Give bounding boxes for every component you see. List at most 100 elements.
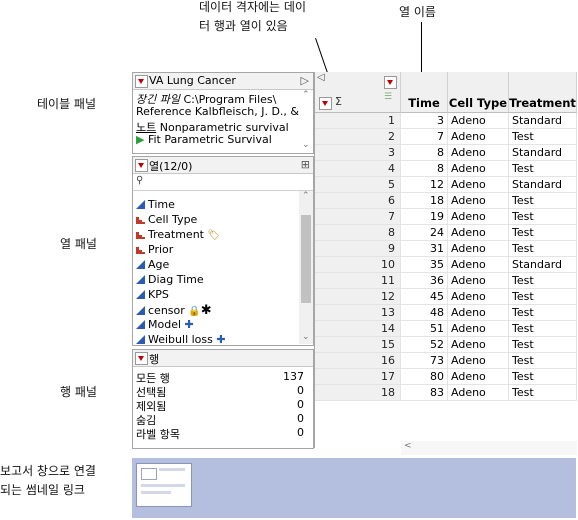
cell-treatment[interactable]: Test (509, 385, 577, 401)
scrollbar-thumb[interactable] (301, 215, 311, 303)
row-number[interactable]: 9 (315, 241, 401, 257)
red-triangle-menu-icon[interactable] (135, 159, 148, 172)
row-number[interactable]: 5 (315, 177, 401, 193)
row-number[interactable]: 17 (315, 369, 401, 385)
scroll-down-icon[interactable]: ⌄ (302, 332, 310, 342)
table-script-fit-parametric[interactable]: ▶ Fit Parametric Survival (136, 133, 272, 146)
cell-time[interactable]: 24 (401, 225, 448, 241)
cell-treatment[interactable]: Test (509, 321, 577, 337)
cell-time[interactable]: 8 (401, 145, 448, 161)
cell-time[interactable]: 45 (401, 289, 448, 305)
cell-cell-type[interactable]: Adeno (448, 161, 509, 177)
cell-treatment[interactable]: Test (509, 193, 577, 209)
column-item-censor[interactable]: censor 🔒✱ (136, 303, 212, 318)
column-item-weibull-loss[interactable]: Weibull loss ✚ (136, 333, 226, 344)
row-header-corner[interactable]: ◁ Σ ☰ (315, 72, 401, 113)
scroll-down-icon[interactable]: ⌄ (302, 140, 310, 150)
report-thumbnail-link[interactable] (136, 463, 192, 507)
scroll-up-icon[interactable]: ⌃ (302, 90, 310, 100)
cell-treatment[interactable]: Standard (509, 145, 577, 161)
row-number[interactable]: 15 (315, 337, 401, 353)
row-number[interactable]: 6 (315, 193, 401, 209)
collapse-left-icon[interactable]: ◁ (317, 72, 325, 83)
cell-cell-type[interactable]: Adeno (448, 337, 509, 353)
cell-cell-type[interactable]: Adeno (448, 353, 509, 369)
cell-treatment[interactable]: Test (509, 241, 577, 257)
row-number[interactable]: 7 (315, 209, 401, 225)
row-number[interactable]: 18 (315, 385, 401, 401)
red-triangle-menu-icon[interactable] (135, 352, 148, 365)
cell-treatment[interactable]: Test (509, 337, 577, 353)
table-name[interactable]: VA Lung Cancer (149, 74, 236, 87)
cell-time[interactable]: 18 (401, 193, 448, 209)
column-item-treatment[interactable]: Treatment 🏷 (136, 228, 220, 241)
column-item-time[interactable]: Time (136, 198, 175, 211)
row-number[interactable]: 3 (315, 145, 401, 161)
cell-treatment[interactable]: Test (509, 129, 577, 145)
cell-treatment[interactable]: Test (509, 225, 577, 241)
cell-time[interactable]: 19 (401, 209, 448, 225)
cell-time[interactable]: 3 (401, 113, 448, 129)
cell-cell-type[interactable]: Adeno (448, 321, 509, 337)
row-number[interactable]: 13 (315, 305, 401, 321)
cell-treatment[interactable]: Test (509, 161, 577, 177)
red-triangle-menu-icon[interactable] (384, 76, 397, 89)
cell-cell-type[interactable]: Adeno (448, 369, 509, 385)
column-header-time[interactable]: Time (401, 72, 448, 113)
scroll-left-icon[interactable]: < (404, 441, 412, 451)
cell-time[interactable]: 51 (401, 321, 448, 337)
horizontal-scrollbar[interactable]: < (401, 441, 577, 455)
cell-cell-type[interactable]: Adeno (448, 177, 509, 193)
filter-icon[interactable]: ☰ (384, 92, 392, 102)
scroll-up-icon[interactable]: ⌃ (302, 191, 310, 201)
cell-time[interactable]: 80 (401, 369, 448, 385)
column-item-kps[interactable]: KPS (136, 288, 169, 301)
table-item-reference[interactable]: Reference Kalbfleisch, J. D., & (136, 105, 299, 118)
column-item-cell-type[interactable]: Cell Type (136, 213, 197, 226)
table-panel-scrollbar[interactable]: ⌃ ⌄ (299, 90, 313, 152)
cell-time[interactable]: 48 (401, 305, 448, 321)
cell-treatment[interactable]: Standard (509, 113, 577, 129)
cell-cell-type[interactable]: Adeno (448, 209, 509, 225)
cell-cell-type[interactable]: Adeno (448, 289, 509, 305)
red-triangle-menu-icon[interactable] (135, 75, 148, 88)
cell-time[interactable]: 83 (401, 385, 448, 401)
column-item-diag-time[interactable]: Diag Time (136, 273, 204, 286)
row-number[interactable]: 16 (315, 353, 401, 369)
column-search-field[interactable]: ⚲ (133, 175, 313, 191)
cell-cell-type[interactable]: Adeno (448, 129, 509, 145)
cell-cell-type[interactable]: Adeno (448, 305, 509, 321)
cell-cell-type[interactable]: Adeno (448, 113, 509, 129)
cell-cell-type[interactable]: Adeno (448, 273, 509, 289)
cell-treatment[interactable]: Standard (509, 257, 577, 273)
column-header-cell-type[interactable]: Cell Type (448, 72, 509, 113)
row-number[interactable]: 10 (315, 257, 401, 273)
row-number[interactable]: 8 (315, 225, 401, 241)
cell-treatment[interactable]: Test (509, 353, 577, 369)
cell-treatment[interactable]: Test (509, 369, 577, 385)
column-header-treatment[interactable]: Treatment (509, 72, 577, 113)
column-item-model[interactable]: Model ✚ (136, 318, 194, 331)
cell-cell-type[interactable]: Adeno (448, 257, 509, 273)
row-number[interactable]: 11 (315, 273, 401, 289)
cell-cell-type[interactable]: Adeno (448, 385, 509, 401)
column-item-age[interactable]: Age (136, 258, 169, 271)
cell-time[interactable]: 7 (401, 129, 448, 145)
cell-time[interactable]: 8 (401, 161, 448, 177)
row-number[interactable]: 12 (315, 289, 401, 305)
row-number[interactable]: 4 (315, 161, 401, 177)
cell-time[interactable]: 73 (401, 353, 448, 369)
cell-time[interactable]: 36 (401, 273, 448, 289)
run-script-icon[interactable]: ▶ (136, 133, 144, 146)
column-settings-icon[interactable]: ⊞ (301, 158, 310, 171)
cell-cell-type[interactable]: Adeno (448, 241, 509, 257)
row-number[interactable]: 14 (315, 321, 401, 337)
cell-time[interactable]: 12 (401, 177, 448, 193)
cell-treatment[interactable]: Test (509, 305, 577, 321)
cell-treatment[interactable]: Test (509, 209, 577, 225)
cell-time[interactable]: 31 (401, 241, 448, 257)
row-number[interactable]: 1 (315, 113, 401, 129)
cell-treatment[interactable]: Test (509, 289, 577, 305)
row-number[interactable]: 2 (315, 129, 401, 145)
collapse-arrow-icon[interactable]: ▷ (301, 74, 309, 87)
